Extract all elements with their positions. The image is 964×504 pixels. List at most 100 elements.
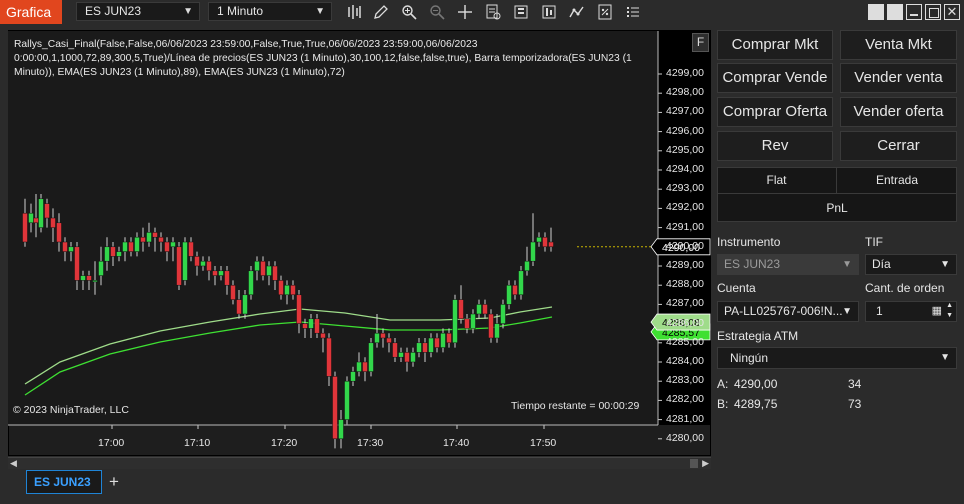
candle-down bbox=[74, 246, 80, 281]
bid-price: 4289,75 bbox=[734, 397, 778, 411]
candle-down bbox=[296, 294, 302, 324]
add-tab-button[interactable]: + bbox=[104, 472, 124, 492]
candle-down bbox=[206, 260, 212, 272]
instrument-field[interactable]: ES JUN23 ▼ bbox=[717, 254, 859, 275]
time-tick-label: 17:00 bbox=[98, 437, 125, 449]
candle-up bbox=[344, 380, 350, 420]
price-tick-label: 4286,00 bbox=[666, 316, 704, 329]
candle-up bbox=[440, 332, 446, 348]
candle-down bbox=[332, 376, 338, 440]
time-tick-label: 17:10 bbox=[184, 437, 211, 449]
candle-down bbox=[326, 337, 332, 377]
candle-up bbox=[218, 270, 224, 276]
candle-down bbox=[278, 280, 284, 296]
candle-up bbox=[248, 270, 254, 296]
candle-down bbox=[194, 256, 200, 267]
scroll-right-icon[interactable]: ▶ bbox=[702, 458, 709, 469]
candle-up bbox=[134, 236, 140, 252]
candle-down bbox=[62, 241, 68, 252]
candle-down bbox=[236, 299, 242, 315]
candle-down bbox=[44, 203, 50, 219]
tif-select-value: Día bbox=[872, 257, 891, 271]
close-position-button[interactable]: Cerrar bbox=[840, 131, 957, 161]
price-tick-label: 4288,00 bbox=[666, 278, 704, 291]
tab-es-jun23[interactable]: ES JUN23 bbox=[26, 470, 102, 494]
chevron-down-icon: ▼ bbox=[842, 306, 852, 317]
price-tick-label: 4291,00 bbox=[666, 220, 704, 233]
price-tick-label: 4287,00 bbox=[666, 297, 704, 310]
candle-up bbox=[182, 241, 188, 281]
candle-up bbox=[518, 270, 524, 296]
price-tick-label: 4285,00 bbox=[666, 335, 704, 348]
price-tick-label: 4283,00 bbox=[666, 374, 704, 387]
chevron-down-icon: ▼ bbox=[940, 259, 950, 270]
price-tick-label: 4296,00 bbox=[666, 124, 704, 137]
candle-down bbox=[392, 342, 398, 358]
price-tick-label: 4292,00 bbox=[666, 201, 704, 214]
time-tick-label: 17:50 bbox=[530, 437, 557, 449]
ask-size: 34 bbox=[848, 377, 862, 391]
price-tick-label: 4294,00 bbox=[666, 163, 704, 175]
atm-strategy-label: Estrategia ATM bbox=[717, 329, 799, 343]
candle-down bbox=[272, 265, 278, 281]
candle-down bbox=[464, 318, 470, 329]
candle-up bbox=[104, 246, 110, 262]
entry-price-label: Entrada bbox=[837, 167, 957, 194]
indicator-legend: Rallys_Casi_Final(False,False,06/06/2023… bbox=[14, 39, 632, 78]
candle-up bbox=[416, 342, 422, 353]
candle-up bbox=[92, 280, 98, 283]
buy-bid-button[interactable]: Comprar Vende bbox=[717, 63, 833, 93]
quantity-stepper[interactable]: 1 ▦ ▲ ▼ bbox=[865, 301, 957, 322]
price-tick-label: 4289,00 bbox=[666, 259, 704, 271]
candle-down bbox=[458, 299, 464, 320]
bid-size: 73 bbox=[848, 397, 862, 411]
candle-up bbox=[254, 260, 260, 272]
price-tick-label: 4293,00 bbox=[666, 182, 704, 195]
candle-up bbox=[398, 352, 404, 358]
candle-up bbox=[68, 246, 74, 252]
candle-up bbox=[506, 284, 512, 305]
candle-up bbox=[98, 260, 104, 276]
candle-down bbox=[488, 313, 494, 339]
candle-down bbox=[548, 241, 554, 248]
candle-up bbox=[122, 241, 128, 252]
candle-down bbox=[33, 217, 39, 224]
scroll-left-icon[interactable]: ◀ bbox=[10, 458, 17, 469]
candle-up bbox=[116, 251, 122, 257]
tif-select[interactable]: Día ▼ bbox=[865, 254, 957, 275]
instrument-field-value: ES JUN23 bbox=[724, 257, 781, 271]
candle-up bbox=[284, 284, 290, 296]
candle-down bbox=[260, 260, 266, 276]
candle-up bbox=[470, 313, 476, 329]
candle-down bbox=[434, 337, 440, 348]
atm-strategy-select[interactable]: Ningún ▼ bbox=[717, 347, 957, 369]
candle-up bbox=[500, 304, 506, 324]
scroll-thumb[interactable] bbox=[690, 459, 698, 468]
position-status: Flat bbox=[717, 167, 837, 194]
quantity-label: Cant. de orden bbox=[865, 281, 945, 295]
bar-timer-text: Tiempo restante = 00:00:29 bbox=[511, 400, 640, 412]
candle-up bbox=[242, 294, 248, 315]
buy-market-button[interactable]: Comprar Mkt bbox=[717, 30, 833, 60]
price-tick-label: 4299,00 bbox=[666, 67, 704, 79]
candle-down bbox=[188, 241, 194, 257]
instrument-label: Instrumento bbox=[717, 235, 781, 249]
calculator-icon[interactable]: ▦ bbox=[932, 302, 942, 321]
candle-down bbox=[422, 342, 428, 353]
account-select[interactable]: PA-LL025767-006!N... ▼ bbox=[717, 301, 859, 322]
account-select-value: PA-LL025767-006!N... bbox=[724, 304, 843, 318]
reverse-button[interactable]: Rev bbox=[717, 131, 833, 161]
candle-down bbox=[212, 270, 218, 276]
price-tick-label: 4284,00 bbox=[666, 355, 704, 367]
time-tick-label: 17:40 bbox=[443, 437, 470, 449]
stepper-arrows-icon[interactable]: ▲ ▼ bbox=[946, 301, 953, 321]
sell-ask-button[interactable]: Vender venta bbox=[840, 63, 957, 93]
buy-offer-button[interactable]: Comprar Oferta bbox=[717, 97, 833, 127]
chart-scrollbar[interactable]: ◀ ▶ bbox=[8, 457, 711, 469]
candle-up bbox=[410, 352, 416, 363]
candle-down bbox=[512, 284, 518, 296]
sell-market-button[interactable]: Venta Mkt bbox=[840, 30, 957, 60]
candle-down bbox=[86, 275, 92, 281]
sell-offer-button[interactable]: Vender oferta bbox=[840, 97, 957, 127]
candle-down bbox=[22, 212, 28, 243]
